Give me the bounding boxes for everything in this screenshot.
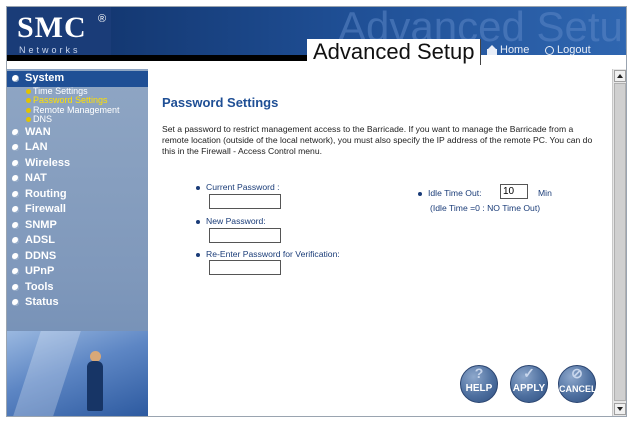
bullet-icon xyxy=(12,237,19,244)
bullet-icon xyxy=(26,88,31,94)
bullet-icon xyxy=(196,219,200,224)
sidebar-item-snmp[interactable]: SNMP xyxy=(7,218,148,234)
bullet-icon xyxy=(26,107,31,113)
apply-icon: ✓ xyxy=(523,365,535,381)
submenu-item-label: DNS xyxy=(33,114,53,124)
bullet-icon xyxy=(26,98,31,103)
sidebar-item-label: DDNS xyxy=(25,249,57,262)
scroll-down-arrow-icon[interactable] xyxy=(614,403,626,415)
photo-light-beam xyxy=(13,331,81,416)
sidebar-item-label: SNMP xyxy=(25,218,57,231)
sidebar-item-nat[interactable]: NAT xyxy=(7,171,148,187)
bullet-icon xyxy=(12,268,19,275)
bullet-icon xyxy=(12,159,19,167)
cancel-icon: ⊘ xyxy=(571,365,583,381)
sidebar-item-status[interactable]: Status xyxy=(7,295,148,311)
main-content: Password Settings Set a password to rest… xyxy=(148,69,612,416)
bullet-icon xyxy=(26,117,31,122)
bullet-icon xyxy=(12,175,19,182)
sidebar-item-wireless[interactable]: Wireless xyxy=(7,156,148,172)
vertical-scrollbar[interactable] xyxy=(612,69,626,416)
sidebar-item-label: NAT xyxy=(25,172,47,184)
sidebar-item-label: Status xyxy=(25,296,59,308)
sidebar-item-adsl[interactable]: ADSL xyxy=(7,233,148,249)
browser-frame: SMC ® Networks Advanced Setup Advanced S… xyxy=(6,6,627,417)
registered-mark: ® xyxy=(98,13,107,25)
logo-box: SMC ® Networks xyxy=(7,7,111,57)
smc-logo: SMC xyxy=(17,11,87,44)
sidebar-item-firewall[interactable]: Firewall xyxy=(7,202,148,218)
header: SMC ® Networks Advanced Setup Advanced S… xyxy=(7,7,626,71)
bullet-icon xyxy=(12,283,19,291)
sidebar-menu: System Time Settings Password Settings R… xyxy=(7,71,148,311)
submenu-item-dns[interactable]: DNS xyxy=(7,114,148,125)
sidebar-item-label: ADSL xyxy=(25,234,55,246)
submenu-item-label: Time Settings xyxy=(33,85,88,96)
bullet-icon xyxy=(12,190,19,198)
sidebar-item-label: WAN xyxy=(25,125,51,138)
logout-icon xyxy=(545,45,554,55)
sidebar-item-upnp[interactable]: UPnP xyxy=(7,264,148,280)
sidebar-item-lan[interactable]: LAN xyxy=(7,140,148,156)
apply-button[interactable]: ✓ APPLY xyxy=(510,365,548,403)
idle-timeout-unit: Min xyxy=(538,188,552,198)
sidebar-item-label: Wireless xyxy=(25,156,71,169)
title-strip-dark xyxy=(7,55,309,61)
bullet-icon xyxy=(12,128,19,136)
bullet-icon xyxy=(12,206,19,213)
bullet-icon xyxy=(196,252,200,257)
sidebar-item-label: System xyxy=(25,72,65,84)
description-text: Set a password to restrict management ac… xyxy=(162,124,593,156)
scroll-thumb[interactable] xyxy=(614,83,626,401)
sidebar-item-system[interactable]: System xyxy=(7,71,148,87)
current-password-label: Current Password : xyxy=(196,182,280,192)
sidebar-item-routing[interactable]: Routing xyxy=(7,187,148,203)
bullet-icon xyxy=(418,191,422,196)
sidebar-item-wan[interactable]: WAN xyxy=(7,125,148,141)
logout-link[interactable]: Logout xyxy=(545,44,591,56)
sidebar-item-label: Routing xyxy=(25,187,67,200)
sidebar-photo xyxy=(7,331,148,416)
idle-timeout-note: (Idle Time =0 : NO Time Out) xyxy=(430,203,541,213)
new-password-field[interactable] xyxy=(209,228,281,243)
home-link[interactable]: Home xyxy=(487,44,529,56)
sidebar-item-tools[interactable]: Tools xyxy=(7,280,148,296)
bullet-icon xyxy=(12,221,19,229)
bullet-icon xyxy=(196,185,200,190)
reenter-password-label: Re-Enter Password for Verification: xyxy=(196,249,340,259)
logo-subtitle: Networks xyxy=(19,45,81,55)
photo-figure xyxy=(87,361,103,411)
new-password-label: New Password: xyxy=(196,216,266,226)
section-title: Password Settings xyxy=(162,95,279,110)
sidebar-item-label: LAN xyxy=(25,141,48,153)
scroll-up-arrow-icon[interactable] xyxy=(614,70,626,82)
bullet-icon xyxy=(12,75,19,82)
submenu-item-label: Remote Management xyxy=(33,104,120,115)
logout-link-label: Logout xyxy=(557,44,591,56)
help-button[interactable]: ? HELP xyxy=(460,365,498,403)
sidebar-item-ddns[interactable]: DDNS xyxy=(7,249,148,265)
bullet-icon xyxy=(12,144,19,151)
idle-timeout-label: Idle Time Out: xyxy=(418,188,482,198)
sidebar-item-label: UPnP xyxy=(25,265,55,277)
sidebar-item-label: Firewall xyxy=(25,203,66,215)
submenu-item-remote-management[interactable]: Remote Management xyxy=(7,104,148,116)
system-submenu: Time Settings Password Settings Remote M… xyxy=(7,85,148,125)
bullet-icon xyxy=(12,252,19,260)
sidebar-item-label: Tools xyxy=(25,280,54,293)
bullet-icon xyxy=(12,299,19,306)
submenu-list: Time Settings Password Settings Remote M… xyxy=(7,85,148,125)
cancel-button[interactable]: ⊘ CANCEL xyxy=(558,365,597,403)
sidebar: System Time Settings Password Settings R… xyxy=(7,69,148,416)
reenter-password-field[interactable] xyxy=(209,260,281,275)
current-password-field[interactable] xyxy=(209,194,281,209)
home-icon xyxy=(487,45,497,55)
page-title: Advanced Setup xyxy=(307,39,482,65)
idle-timeout-field[interactable] xyxy=(500,184,528,199)
home-link-label: Home xyxy=(500,44,530,56)
submenu-item-label: Password Settings xyxy=(33,95,108,105)
help-icon: ? xyxy=(474,365,484,381)
